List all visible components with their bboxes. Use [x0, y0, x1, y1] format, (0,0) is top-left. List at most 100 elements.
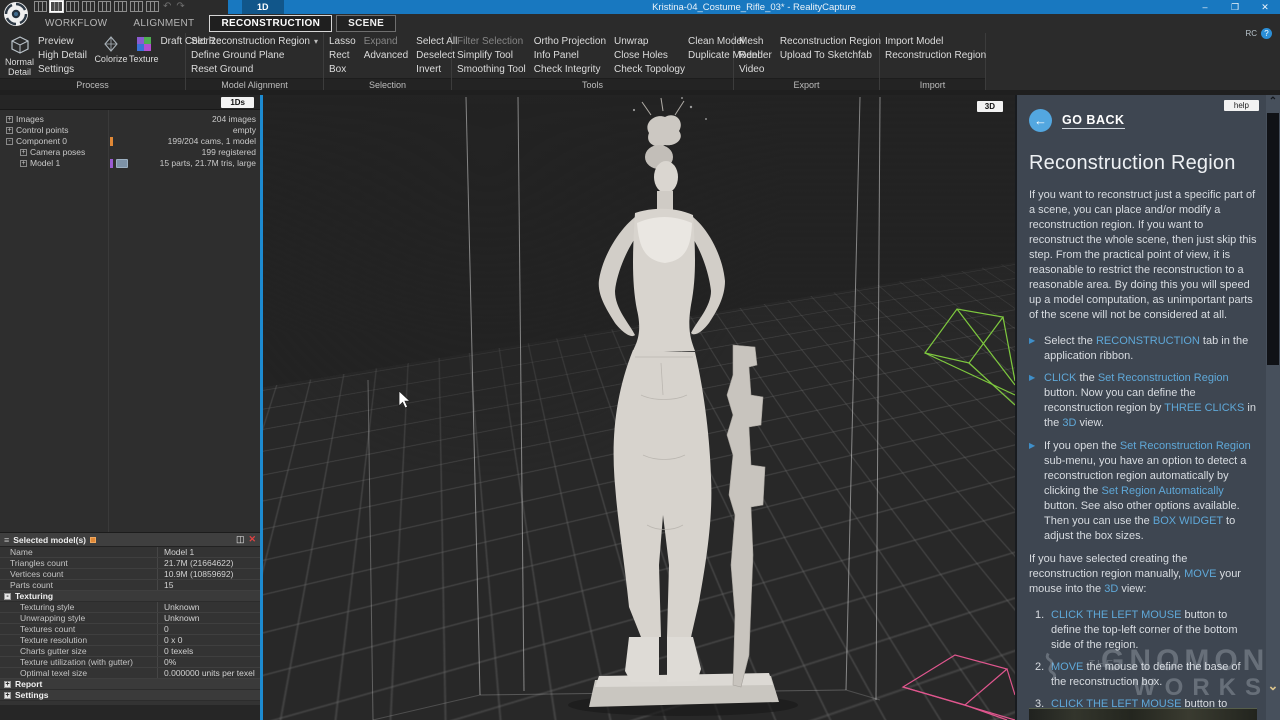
- section-texturing[interactable]: - Texturing: [0, 591, 260, 602]
- set-reconstruction-region-button[interactable]: Set Reconstruction Region▾: [191, 35, 318, 49]
- help-bullet: ▶ CLICK the Set Reconstruction Region bu…: [1029, 371, 1257, 431]
- layout-icon[interactable]: [66, 1, 79, 12]
- tree-row-control-points[interactable]: + Control points empty: [6, 125, 260, 135]
- tree-row-camera-poses[interactable]: + Camera poses 199 registered: [6, 147, 260, 157]
- prop-row: Triangles count21.7M (21664622): [0, 558, 260, 569]
- layout-icon[interactable]: [82, 1, 95, 12]
- unwrap-button[interactable]: Unwrap: [614, 35, 680, 49]
- maximize-button[interactable]: ❐: [1220, 0, 1250, 14]
- layout-icon[interactable]: [114, 1, 127, 12]
- camera-frustum-green: [925, 309, 1015, 405]
- expander-icon[interactable]: +: [20, 149, 27, 156]
- colorize-icon: [102, 35, 120, 53]
- group-export: Mesh Render Video Reconstruction Region …: [734, 33, 880, 90]
- preview-button[interactable]: Preview: [38, 35, 87, 49]
- close-button[interactable]: ✕: [1250, 0, 1280, 14]
- help-badge-icon[interactable]: ?: [1261, 28, 1272, 39]
- colorize-button[interactable]: Colorize: [95, 35, 127, 78]
- close-holes-button[interactable]: Close Holes: [614, 49, 680, 63]
- check-integrity-button[interactable]: Check Integrity: [534, 63, 606, 77]
- help-scrollbar[interactable]: ⌃ ⌄: [1266, 95, 1280, 720]
- info-panel-button[interactable]: Info Panel: [534, 49, 606, 63]
- tab-1ds[interactable]: 1Ds: [221, 97, 254, 108]
- camera-frustum-pink: [903, 655, 1015, 720]
- layout-icon[interactable]: [34, 1, 47, 12]
- minimize-button[interactable]: –: [1190, 0, 1220, 14]
- rect-button[interactable]: Rect: [329, 49, 356, 63]
- simplify-tool-button[interactable]: Simplify Tool: [457, 49, 526, 63]
- normal-detail-label: Normal Detail: [5, 57, 34, 77]
- tab-reconstruction[interactable]: RECONSTRUCTION: [209, 15, 332, 32]
- texture-button[interactable]: Texture: [129, 35, 159, 78]
- viewport-label-3d[interactable]: 3D: [977, 101, 1003, 112]
- close-panel-icon[interactable]: ✕: [248, 534, 256, 545]
- model-render: [263, 95, 1015, 720]
- redo-icon[interactable]: ↷: [175, 1, 185, 12]
- dock-panel-icon[interactable]: ◫: [236, 534, 245, 545]
- help-panel: help ← GO BACK Reconstruction Region If …: [1015, 95, 1280, 720]
- undo-icon[interactable]: ↶: [162, 1, 172, 12]
- mesh-button[interactable]: Mesh: [739, 35, 772, 49]
- box-button[interactable]: Box: [329, 63, 356, 77]
- check-topology-button[interactable]: Check Topology: [614, 63, 680, 77]
- group-model-alignment: Set Reconstruction Region▾ Define Ground…: [186, 33, 324, 90]
- export-reconstruction-region-button[interactable]: Reconstruction Region: [780, 35, 881, 49]
- high-detail-button[interactable]: High Detail: [38, 49, 87, 63]
- component-marker: [110, 137, 113, 146]
- go-back-button[interactable]: ← GO BACK: [1029, 109, 1257, 132]
- upload-to-sketchfab-button[interactable]: Upload To Sketchfab: [780, 49, 881, 63]
- chevron-down-icon: ▾: [314, 37, 318, 46]
- tab-scene[interactable]: SCENE: [336, 15, 396, 32]
- bullet-arrow-icon: ▶: [1029, 371, 1044, 431]
- settings-button[interactable]: Settings: [38, 63, 87, 77]
- smoothing-tool-button[interactable]: Smoothing Tool: [457, 63, 526, 77]
- section-report[interactable]: + Report: [0, 679, 260, 690]
- expander-icon[interactable]: +: [4, 692, 11, 699]
- help-bullet: ▶ Select the RECONSTRUCTION tab in the a…: [1029, 334, 1257, 364]
- scanned-figure: [599, 97, 765, 687]
- tab-help[interactable]: help: [1224, 100, 1259, 111]
- expander-icon[interactable]: +: [4, 681, 11, 688]
- tree-row-component0[interactable]: - Component 0 199/204 cams, 1 model: [6, 136, 260, 146]
- layout-icon[interactable]: [98, 1, 111, 12]
- tree-row-images[interactable]: + Images 204 images: [6, 114, 260, 124]
- viewport-3d[interactable]: 3D: [263, 95, 1015, 720]
- texture-icon: [135, 35, 153, 53]
- lasso-button[interactable]: Lasso: [329, 35, 356, 49]
- reset-ground-button[interactable]: Reset Ground: [191, 63, 318, 77]
- expand-button[interactable]: Expand: [364, 35, 408, 49]
- expander-icon[interactable]: +: [6, 127, 13, 134]
- tab-alignment[interactable]: ALIGNMENT: [122, 16, 205, 31]
- group-tools: Filter Selection Simplify Tool Smoothing…: [452, 33, 734, 90]
- expander-icon[interactable]: +: [20, 160, 27, 167]
- advanced-button[interactable]: Advanced: [364, 49, 408, 63]
- bullet-arrow-icon: ▶: [1029, 439, 1044, 544]
- scrollbar-thumb[interactable]: [1267, 113, 1279, 365]
- tab-workflow[interactable]: WORKFLOW: [34, 16, 118, 31]
- import-model-button[interactable]: Import Model: [885, 35, 986, 49]
- video-button[interactable]: Video: [739, 63, 772, 77]
- bullet-arrow-icon: ▶: [1029, 334, 1044, 364]
- tree-row-model1[interactable]: + Model 1 15 parts, 21.7M tris, large: [6, 158, 260, 168]
- scroll-up-icon[interactable]: ⌃: [1266, 95, 1280, 109]
- expander-icon[interactable]: +: [6, 116, 13, 123]
- normal-detail-button[interactable]: Normal Detail: [5, 35, 34, 78]
- titlebar-blue-zone: 1D Kristina-04_Costume_Rifle_03* - Reali…: [228, 0, 1280, 14]
- realitycapture-logo-icon[interactable]: [3, 1, 29, 27]
- define-ground-plane-button[interactable]: Define Ground Plane: [191, 49, 318, 63]
- expander-icon[interactable]: -: [6, 138, 13, 145]
- layout-icon[interactable]: [130, 1, 143, 12]
- layout-icon-active[interactable]: [50, 1, 63, 12]
- scroll-down-icon[interactable]: ⌄: [1266, 678, 1280, 694]
- section-settings[interactable]: + Settings: [0, 690, 260, 701]
- left-panel: 1Ds + Images 204 images + Control points…: [0, 95, 260, 720]
- ortho-projection-button[interactable]: Ortho Projection: [534, 35, 606, 49]
- import-reconstruction-region-button[interactable]: Reconstruction Region: [885, 49, 986, 63]
- layout-icon[interactable]: [146, 1, 159, 12]
- expander-icon[interactable]: -: [4, 593, 11, 600]
- render-button[interactable]: Render: [739, 49, 772, 63]
- prop-row: Textures count0: [0, 624, 260, 635]
- menu-icon[interactable]: ≡: [4, 535, 9, 545]
- filter-selection-button[interactable]: Filter Selection: [457, 35, 526, 49]
- view-tab-1d[interactable]: 1D: [242, 0, 284, 14]
